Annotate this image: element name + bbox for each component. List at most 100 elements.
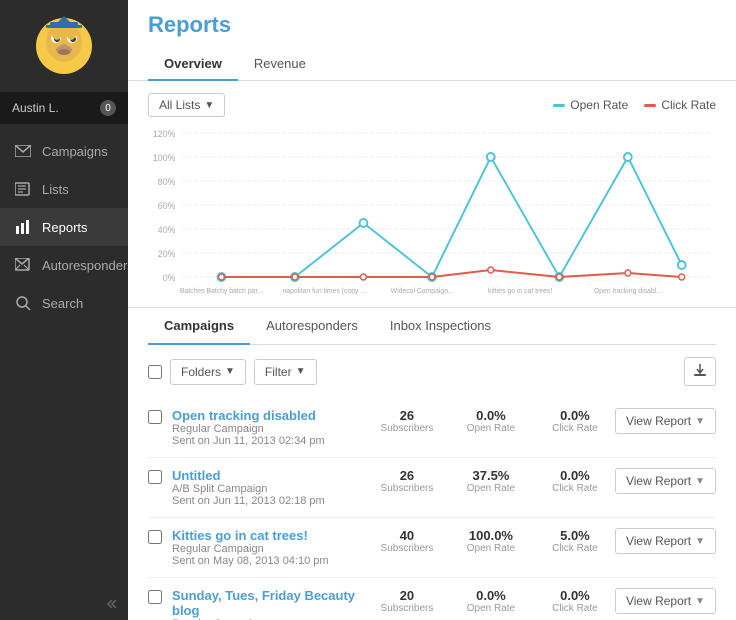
view-report-chevron-icon: ▼: [695, 416, 705, 427]
auto-icon: [14, 256, 32, 274]
sidebar-item-search[interactable]: Search: [0, 284, 128, 322]
svg-text:Batches Batchy batch par...: Batches Batchy batch par...: [180, 288, 263, 295]
tab-overview[interactable]: Overview: [148, 48, 238, 81]
campaign-date-1: Sent on Jun 11, 2013 02:18 pm: [172, 495, 367, 507]
view-report-button-1[interactable]: View Report ▼: [615, 468, 716, 494]
campaign-date-0: Sent on Jun 11, 2013 02:34 pm: [172, 435, 367, 447]
campaign-type-0: Regular Campaign: [172, 423, 367, 435]
svg-text:Open tracking disabl...: Open tracking disabl...: [594, 288, 662, 295]
all-lists-label: All Lists: [159, 98, 200, 112]
campaign-checkbox-2[interactable]: [148, 530, 162, 544]
filter-chevron-icon: ▼: [204, 100, 214, 111]
click-rate-stat-3: 0.0% Click Rate: [545, 588, 605, 614]
line-chart: 120% 100% 80% 60% 40% 20% 0%: [148, 125, 716, 295]
campaign-checkbox-1[interactable]: [148, 470, 162, 484]
click-rate-legend: Click Rate: [644, 98, 716, 112]
svg-text:40%: 40%: [158, 225, 176, 235]
campaign-info-2: Kitties go in cat trees! Regular Campaig…: [172, 528, 367, 567]
main-tabs: Overview Revenue: [148, 48, 716, 80]
open-rate-stat-2: 100.0% Open Rate: [461, 528, 521, 554]
campaign-date-2: Sent on May 08, 2013 04:10 pm: [172, 555, 367, 567]
click-rate-legend-label: Click Rate: [661, 98, 716, 112]
sidebar-collapse-button[interactable]: [0, 588, 128, 620]
sidebar-user[interactable]: Austin L. 0: [0, 92, 128, 124]
sub-tab-campaigns[interactable]: Campaigns: [148, 308, 250, 345]
chart-controls: All Lists ▼ Open Rate Click Rate: [148, 93, 716, 117]
svg-text:120%: 120%: [153, 129, 176, 139]
page-title: Reports: [148, 12, 716, 38]
tab-revenue[interactable]: Revenue: [238, 48, 322, 81]
campaign-name-3[interactable]: Sunday, Tues, Friday Becauty blog: [172, 588, 367, 618]
open-rate-stat-3: 0.0% Open Rate: [461, 588, 521, 614]
click-rate-stat-1: 0.0% Click Rate: [545, 468, 605, 494]
campaign-row: Open tracking disabled Regular Campaign …: [148, 398, 716, 458]
subscribers-stat-0: 26 Subscribers: [377, 408, 437, 434]
subscribers-stat-1: 26 Subscribers: [377, 468, 437, 494]
filter-label: Filter: [265, 365, 292, 379]
filter-button[interactable]: Filter ▼: [254, 359, 317, 385]
sidebar-item-lists-label: Lists: [42, 182, 69, 197]
view-report-button-0[interactable]: View Report ▼: [615, 408, 716, 434]
sidebar: Austin L. 0 Campaigns Lists Reports Au: [0, 0, 128, 620]
chart-section: All Lists ▼ Open Rate Click Rate 120% 10…: [128, 81, 736, 308]
main-header: Reports Overview Revenue: [128, 0, 736, 81]
chart-legend: Open Rate Click Rate: [553, 98, 716, 112]
campaign-name-2[interactable]: Kitties go in cat trees!: [172, 528, 367, 543]
svg-text:0%: 0%: [163, 273, 176, 283]
sidebar-item-autoresponders[interactable]: Autoresponders: [0, 246, 128, 284]
mailchimp-logo: [34, 16, 94, 76]
email-icon: [14, 142, 32, 160]
sidebar-username: Austin L.: [12, 101, 59, 115]
campaign-stats-3: 20 Subscribers 0.0% Open Rate 0.0% Click…: [377, 588, 605, 614]
download-button[interactable]: [684, 357, 716, 386]
view-report-chevron-icon: ▼: [695, 476, 705, 487]
svg-text:20%: 20%: [158, 249, 176, 259]
campaigns-toolbar: Folders ▼ Filter ▼: [148, 357, 716, 386]
sub-tabs: Campaigns Autoresponders Inbox Inspectio…: [148, 308, 716, 345]
campaign-checkbox-0[interactable]: [148, 410, 162, 424]
download-icon: [693, 363, 707, 377]
view-report-button-2[interactable]: View Report ▼: [615, 528, 716, 554]
campaign-name-0[interactable]: Open tracking disabled: [172, 408, 367, 423]
campaign-type-1: A/B Split Campaign: [172, 483, 367, 495]
sidebar-nav: Campaigns Lists Reports Autoresponders S…: [0, 124, 128, 588]
open-rate-stat-0: 0.0% Open Rate: [461, 408, 521, 434]
view-report-button-3[interactable]: View Report ▼: [615, 588, 716, 614]
sidebar-item-reports-label: Reports: [42, 220, 88, 235]
sidebar-item-campaigns-label: Campaigns: [42, 144, 108, 159]
filter-btn-chevron-icon: ▼: [296, 366, 306, 377]
view-report-chevron-icon: ▼: [695, 596, 705, 607]
campaign-info-0: Open tracking disabled Regular Campaign …: [172, 408, 367, 447]
sidebar-user-badge: 0: [100, 100, 116, 116]
open-rate-stat-1: 37.5% Open Rate: [461, 468, 521, 494]
main-content: Reports Overview Revenue All Lists ▼ Ope…: [128, 0, 736, 620]
campaign-list: Open tracking disabled Regular Campaign …: [148, 398, 716, 620]
campaign-row: Sunday, Tues, Friday Becauty blog Regula…: [148, 578, 716, 620]
click-rate-color: [644, 104, 656, 107]
subscribers-stat-3: 20 Subscribers: [377, 588, 437, 614]
sidebar-item-lists[interactable]: Lists: [0, 170, 128, 208]
sub-tab-inbox[interactable]: Inbox Inspections: [374, 308, 507, 345]
svg-text:60%: 60%: [158, 201, 176, 211]
subscribers-stat-2: 40 Subscribers: [377, 528, 437, 554]
select-all-checkbox[interactable]: [148, 365, 162, 379]
campaign-row: Untitled A/B Split Campaign Sent on Jun …: [148, 458, 716, 518]
campaign-info-1: Untitled A/B Split Campaign Sent on Jun …: [172, 468, 367, 507]
all-lists-filter[interactable]: All Lists ▼: [148, 93, 225, 117]
campaign-checkbox-3[interactable]: [148, 590, 162, 604]
sidebar-logo: [0, 0, 128, 92]
campaign-type-2: Regular Campaign: [172, 543, 367, 555]
sub-tab-autoresponders[interactable]: Autoresponders: [250, 308, 374, 345]
campaign-info-3: Sunday, Tues, Friday Becauty blog Regula…: [172, 588, 367, 620]
campaign-name-1[interactable]: Untitled: [172, 468, 367, 483]
open-rate-legend: Open Rate: [553, 98, 628, 112]
sidebar-item-reports[interactable]: Reports: [0, 208, 128, 246]
folders-label: Folders: [181, 365, 221, 379]
search-icon: [14, 294, 32, 312]
campaign-stats-2: 40 Subscribers 100.0% Open Rate 5.0% Cli…: [377, 528, 605, 554]
sidebar-item-campaigns[interactable]: Campaigns: [0, 132, 128, 170]
svg-text:napolitan fun times (copy ...: napolitan fun times (copy ...: [282, 288, 366, 295]
folders-button[interactable]: Folders ▼: [170, 359, 246, 385]
click-rate-stat-0: 0.0% Click Rate: [545, 408, 605, 434]
bottom-section: Campaigns Autoresponders Inbox Inspectio…: [128, 308, 736, 620]
